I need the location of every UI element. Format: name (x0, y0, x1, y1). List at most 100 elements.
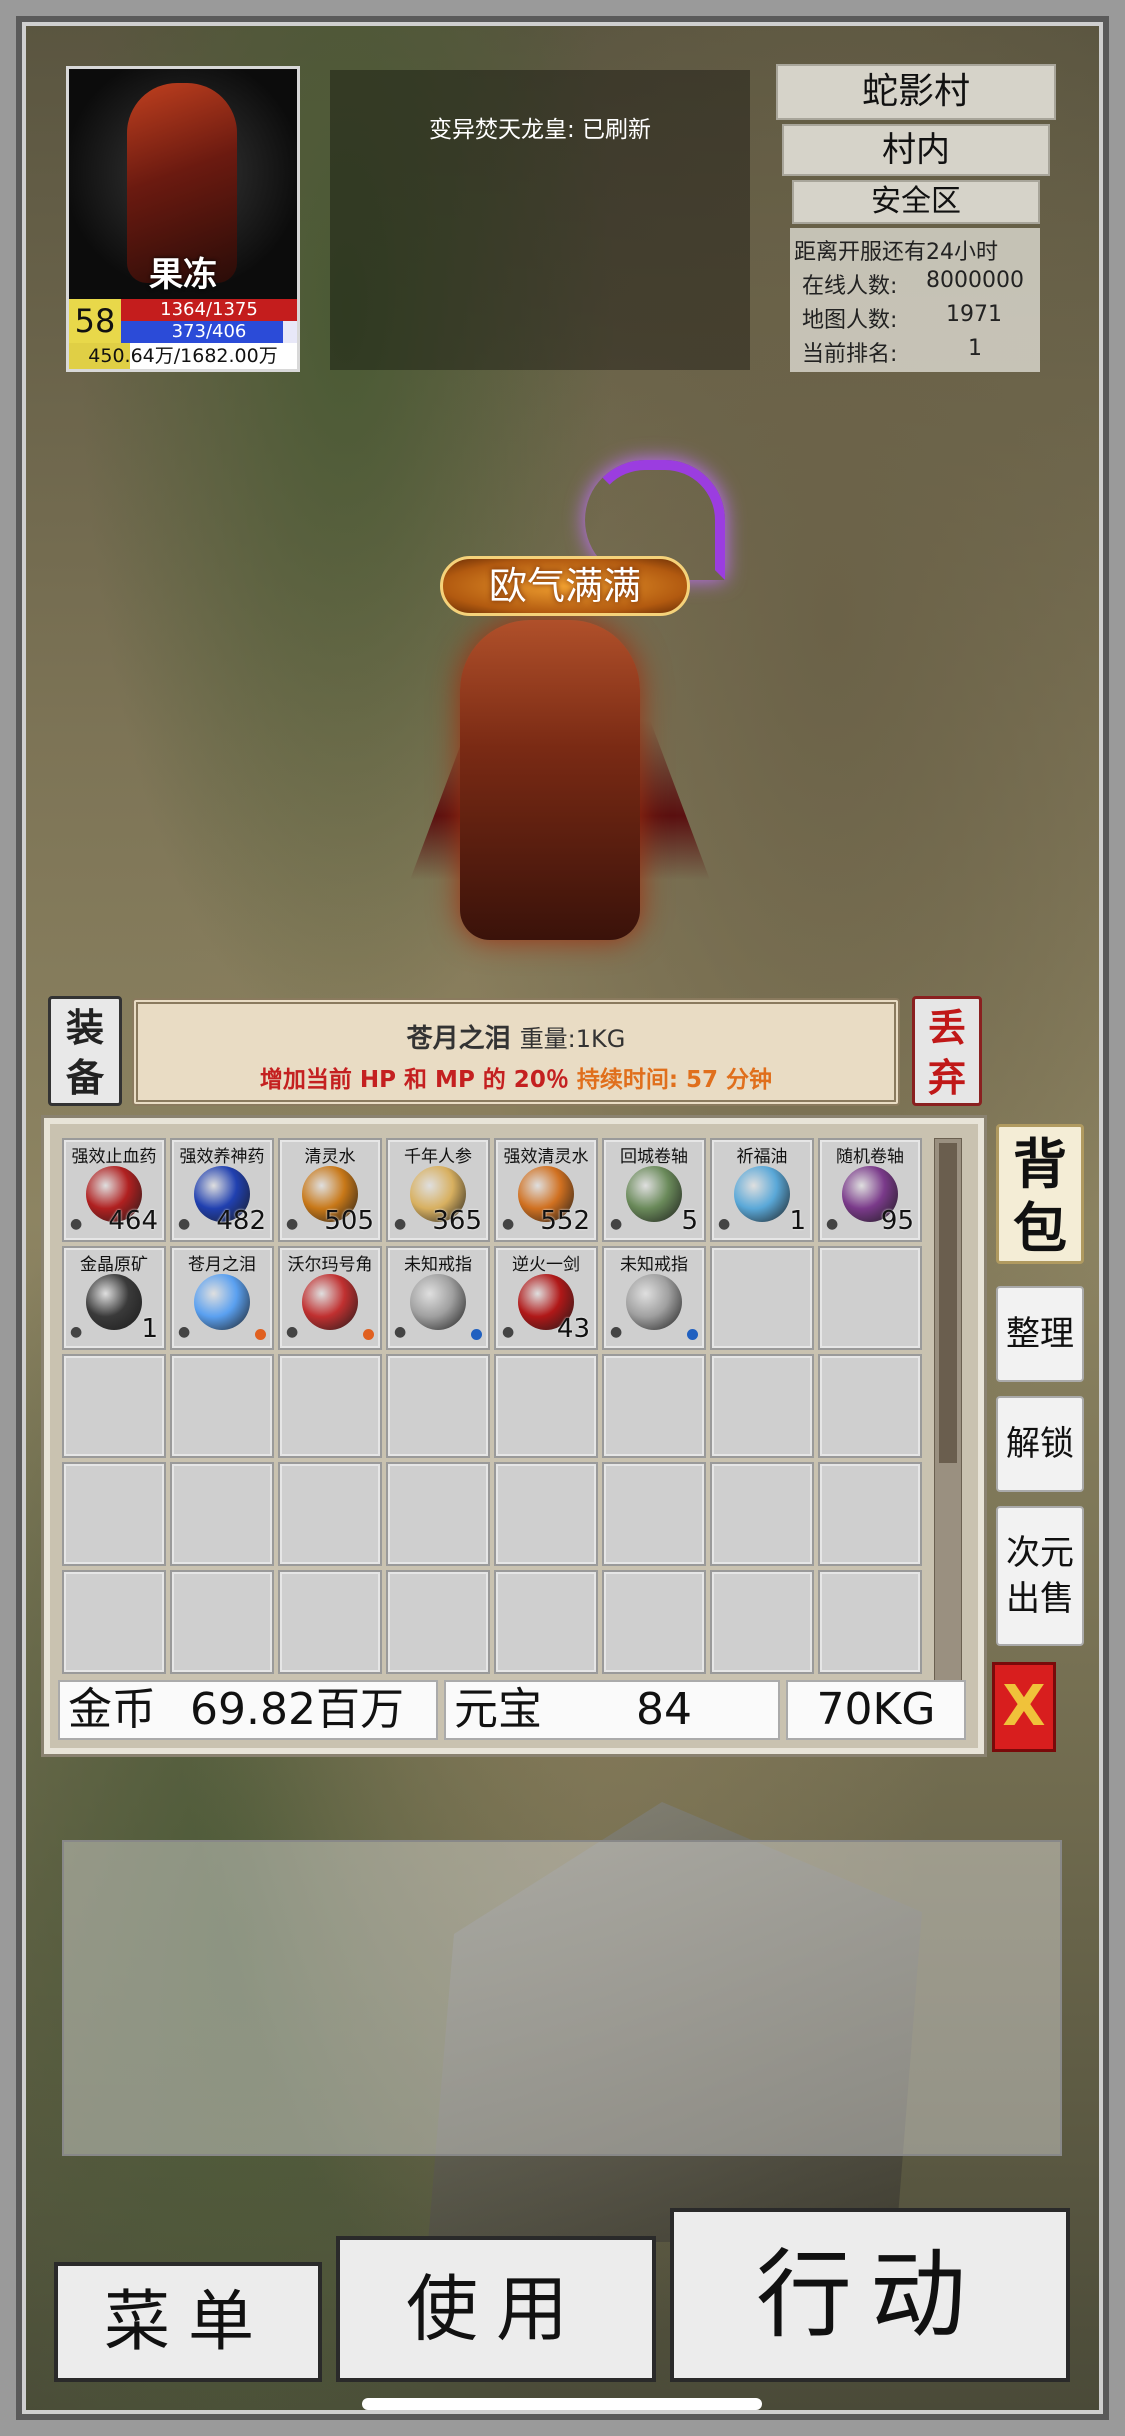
bind-icon: ● (394, 1216, 407, 1232)
home-indicator[interactable] (362, 2398, 762, 2410)
bind-icon: ● (826, 1216, 839, 1232)
bind-icon: ● (286, 1216, 299, 1232)
item-name: 沃尔玛号角 (287, 1255, 373, 1275)
player-character[interactable] (460, 620, 640, 940)
inventory-slot-empty[interactable] (602, 1462, 706, 1566)
item-name: 强效清灵水 (503, 1147, 589, 1167)
item-count: 1 (789, 1206, 806, 1236)
inventory-slot[interactable]: 清灵水 ● 505 (278, 1138, 382, 1242)
inventory-scrollbar[interactable] (934, 1138, 962, 1738)
inventory-slot[interactable]: 未知戒指 ● (602, 1246, 706, 1350)
inventory-slot[interactable]: 强效清灵水 ● 552 (494, 1138, 598, 1242)
selected-item-desc: 增加当前 HP 和 MP 的 20％ 持续时间: 57 分钟 (138, 1060, 894, 1094)
rank-value: 1 (968, 336, 982, 361)
inventory-slot[interactable]: 祈福油 ● 1 (710, 1138, 814, 1242)
yuanbao-label: 元宝 (454, 1684, 542, 1735)
mp-text: 373/406 (171, 321, 247, 342)
equip-button[interactable]: 装备 (48, 996, 122, 1106)
online-value: 8000000 (926, 268, 1024, 293)
inventory-slot-empty[interactable] (710, 1570, 814, 1674)
ring-icon (410, 1274, 466, 1330)
bind-icon: ● (394, 1324, 407, 1340)
bag-label: 背包 (1013, 1133, 1067, 1260)
item-name: 未知戒指 (404, 1255, 472, 1275)
inventory-slot[interactable]: 千年人参 ● 365 (386, 1138, 490, 1242)
inventory-slot[interactable]: 强效止血药 ● 464 (62, 1138, 166, 1242)
inventory-slot[interactable]: 逆火一剑 ● 43 (494, 1246, 598, 1350)
inventory-slot-empty[interactable] (818, 1462, 922, 1566)
inventory-slot-empty[interactable] (386, 1570, 490, 1674)
item-name: 强效养神药 (179, 1147, 265, 1167)
gold-value: 69.82百万 (190, 1684, 404, 1735)
bag-tab-button[interactable]: 背包 (996, 1124, 1084, 1264)
inventory-slot[interactable]: 沃尔玛号角 ● (278, 1246, 382, 1350)
inventory-slot[interactable]: 回城卷轴 ● 5 (602, 1138, 706, 1242)
dimension-sell-button[interactable]: 次元 出售 (996, 1506, 1084, 1646)
blue-crystal-icon (194, 1274, 250, 1330)
item-count: 464 (108, 1206, 158, 1236)
bind-icon: ● (502, 1324, 515, 1340)
close-inventory-button[interactable]: X (992, 1662, 1056, 1752)
inventory-slot-empty[interactable] (62, 1462, 166, 1566)
inventory-slot-empty[interactable] (278, 1570, 382, 1674)
exp-bar: 450.64万/1682.00万 (69, 343, 297, 369)
item-name: 金晶原矿 (80, 1255, 148, 1275)
quality-dot-icon (687, 1329, 698, 1340)
inventory-slot[interactable]: 随机卷轴 ● 95 (818, 1138, 922, 1242)
bind-icon: ● (178, 1216, 191, 1232)
inventory-slot-empty[interactable] (602, 1354, 706, 1458)
inventory-slot[interactable]: 强效养神药 ● 482 (170, 1138, 274, 1242)
use-button[interactable]: 使用 (336, 2236, 656, 2382)
inventory-slot[interactable]: 未知戒指 ● (386, 1246, 490, 1350)
inventory-slot-empty[interactable] (386, 1462, 490, 1566)
inventory-slot[interactable]: 金晶原矿 ● 1 (62, 1246, 166, 1350)
inventory-slot-empty[interactable] (818, 1246, 922, 1350)
server-open-note: 距离开服还有24小时 (794, 240, 998, 265)
item-count: 482 (216, 1206, 266, 1236)
item-count: 43 (556, 1314, 590, 1344)
quality-dot-icon (471, 1329, 482, 1340)
map-name: 蛇影村 (776, 64, 1056, 120)
inventory-slot-empty[interactable] (62, 1570, 166, 1674)
item-name: 未知戒指 (620, 1255, 688, 1275)
inventory-scroll-thumb[interactable] (939, 1143, 957, 1463)
inventory-slot-empty[interactable] (710, 1462, 814, 1566)
item-count: 505 (324, 1206, 374, 1236)
inventory-slot-empty[interactable] (818, 1570, 922, 1674)
action-button[interactable]: 行动 (670, 2208, 1070, 2382)
inventory-slot-empty[interactable] (494, 1570, 598, 1674)
inventory-slot-empty[interactable] (170, 1570, 274, 1674)
inventory-slot-empty[interactable] (710, 1246, 814, 1350)
yuanbao-value: 84 (636, 1684, 692, 1735)
selected-item-title: 苍月之泪 重量:1KG (138, 1018, 894, 1055)
item-name: 强效止血药 (71, 1147, 157, 1167)
inventory-slot-empty[interactable] (170, 1462, 274, 1566)
hp-bar: 1364/1375 (121, 299, 297, 321)
item-name: 回城卷轴 (620, 1147, 688, 1167)
inventory-slot-empty[interactable] (170, 1354, 274, 1458)
unlock-button[interactable]: 解锁 (996, 1396, 1084, 1492)
sort-button[interactable]: 整理 (996, 1286, 1084, 1382)
inventory-slot-empty[interactable] (494, 1462, 598, 1566)
item-count: 365 (432, 1206, 482, 1236)
selected-item-name: 苍月之泪 (406, 1024, 511, 1054)
inventory-slot-empty[interactable] (278, 1354, 382, 1458)
player-portrait[interactable]: 果冻 58 1364/1375 373/406 450.64万/1682.00万 (66, 66, 300, 372)
inventory-slot-empty[interactable] (278, 1462, 382, 1566)
inventory-slot-empty[interactable] (386, 1354, 490, 1458)
chat-log-panel[interactable] (62, 1840, 1062, 2156)
mp-bar: 373/406 (121, 321, 297, 343)
item-name: 祈福油 (736, 1147, 788, 1167)
quality-dot-icon (255, 1329, 266, 1340)
discard-button[interactable]: 丢弃 (912, 996, 982, 1106)
item-count: 95 (880, 1206, 914, 1236)
boss-notice: 变异焚天龙皇: 已刷新 (428, 117, 652, 143)
inventory-slot-empty[interactable] (494, 1354, 598, 1458)
menu-button[interactable]: 菜单 (54, 2262, 322, 2382)
inventory-slot-empty[interactable] (710, 1354, 814, 1458)
inventory-slot[interactable]: 苍月之泪 ● (170, 1246, 274, 1350)
inventory-slot-empty[interactable] (62, 1354, 166, 1458)
inventory-slot-empty[interactable] (602, 1570, 706, 1674)
inventory-slot-empty[interactable] (818, 1354, 922, 1458)
bind-icon: ● (502, 1216, 515, 1232)
